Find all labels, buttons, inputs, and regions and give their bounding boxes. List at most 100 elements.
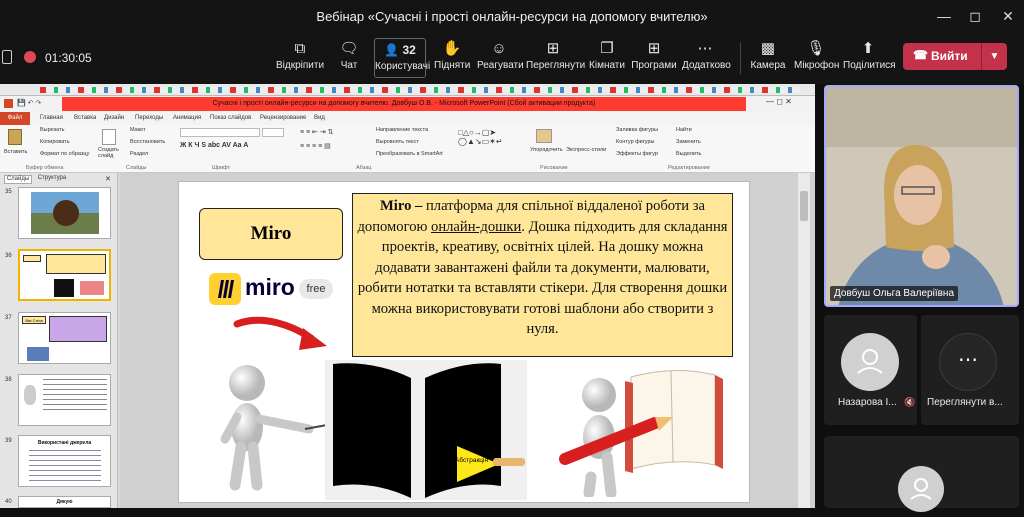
mic-button[interactable]: 🎙 Мікрофон	[794, 38, 839, 80]
tab-outline[interactable]: Структура	[34, 175, 70, 184]
tab-view[interactable]: Вид	[314, 115, 325, 121]
tab-animation[interactable]: Анимация	[173, 115, 201, 121]
raise-hand-button[interactable]: ✋ Підняти	[434, 38, 470, 80]
thumb-title: Дякую	[56, 499, 73, 505]
new-slide-button[interactable]: Создать слайд	[98, 147, 122, 159]
slide-text-box: Miro – платформа для спільної віддаленої…	[352, 193, 733, 357]
miro-logo: miro free	[209, 273, 333, 305]
find-button[interactable]: Найти	[676, 127, 692, 133]
font-format-buttons[interactable]: Ж К Ч S abc AV Aa A	[180, 142, 300, 150]
select-button[interactable]: Выделить	[676, 151, 701, 157]
list-buttons[interactable]: ≡ ≡ ⇤ ⇥ ⇅	[300, 128, 360, 136]
tab-transitions[interactable]: Переходы	[135, 115, 163, 121]
mic-off-icon: 🔇	[904, 397, 916, 407]
chevron-down-icon[interactable]: ▼	[981, 43, 1007, 70]
thumb-image	[27, 347, 49, 361]
thumb-text-lines	[43, 379, 107, 413]
presenter-name: Довбуш Ольга Валеріївна	[830, 286, 959, 301]
slide-thumb-38[interactable]	[18, 374, 111, 426]
ppt-window-controls[interactable]: — ◻ ✕	[766, 97, 792, 106]
chat-button[interactable]: 🗨 Чат	[332, 38, 366, 80]
slide-thumb-37[interactable]: Вікі Стіна	[18, 312, 111, 364]
unpin-button[interactable]: ⧉ Відкріпити	[276, 38, 324, 80]
apps-button[interactable]: ⊞ Програми	[631, 38, 677, 80]
bear-image	[53, 200, 79, 226]
avatar	[841, 333, 899, 391]
quick-styles-button[interactable]: Экспресс-стили	[566, 147, 606, 153]
apps-icon: ⊞	[647, 40, 661, 57]
more-button[interactable]: ⋯ Додатково	[682, 38, 731, 80]
replace-button[interactable]: Заменить	[676, 139, 701, 145]
tab-slideshow[interactable]: Показ слайдов	[210, 115, 251, 121]
ribbon-tabs: Файл Главная Вставка Дизайн Переходы Ани…	[0, 112, 815, 125]
tab-favicons	[40, 87, 800, 93]
camera-button[interactable]: ▩ Камера	[750, 38, 786, 80]
layout-button[interactable]: Макет	[130, 127, 146, 133]
align-text-button[interactable]: Выровнять текст	[376, 139, 419, 145]
leave-button[interactable]: ☎ Вийти ▼	[903, 43, 1007, 70]
presenter-video-tile[interactable]	[824, 85, 1019, 307]
slide-thumb-40[interactable]: Дякую	[18, 496, 111, 508]
format-painter-button[interactable]: Формат по образцу	[40, 151, 89, 157]
rooms-button[interactable]: ❐ Кімнати	[588, 38, 626, 80]
reset-button[interactable]: Восстановить	[130, 139, 165, 145]
react-button[interactable]: ☺ Реагувати	[477, 38, 524, 80]
font-size-field[interactable]	[262, 128, 284, 137]
meeting-toolbar: 01:30:05 ⧉ Відкріпити 🗨 Чат 👤 32 Користу…	[0, 34, 1024, 84]
minimize-button[interactable]: —	[932, 6, 956, 26]
leave-label: Вийти	[931, 49, 968, 63]
scrollbar-thumb[interactable]	[800, 191, 808, 221]
shape-fill-button[interactable]: Заливка фигуры	[616, 127, 658, 133]
view-all-label: Переглянути в...	[927, 397, 1003, 408]
paste-button[interactable]: Вставить	[4, 149, 27, 155]
view-all-tile[interactable]: ⋯ Переглянути в...	[921, 315, 1019, 425]
miro-logo-mark	[209, 273, 241, 305]
torch-handle	[493, 458, 525, 466]
participant-tile[interactable]: Назарова І... 🔇	[824, 315, 917, 425]
toolbar-divider	[740, 42, 741, 74]
figure-book-pencil-image	[559, 370, 723, 497]
tab-slides[interactable]: Слайды	[4, 175, 32, 184]
new-slide-icon[interactable]	[102, 129, 116, 145]
smartart-button[interactable]: Преобразовать в SmartArt	[376, 151, 443, 157]
slide-scrollbar[interactable]	[798, 173, 810, 508]
paste-icon[interactable]	[8, 129, 22, 145]
shapes-gallery[interactable]: □△○→▢➤ ◯▲↘▭✶↵	[458, 128, 518, 154]
thumb-book-image	[54, 279, 74, 297]
slide-thumb-36[interactable]	[18, 249, 111, 301]
font-name-field[interactable]	[180, 128, 260, 137]
close-button[interactable]: ✕	[996, 6, 1020, 26]
react-icon: ☺	[491, 40, 507, 57]
tab-file[interactable]: Файл	[0, 112, 30, 125]
arrange-button[interactable]: Упорядочить	[530, 147, 563, 153]
thumb-figure-image	[80, 281, 104, 295]
quick-access-icons[interactable]: 💾 ↶ ↷	[17, 99, 47, 108]
cut-button[interactable]: Вырезать	[40, 127, 64, 133]
copy-button[interactable]: Копировать	[40, 139, 70, 145]
person-icon	[857, 349, 883, 374]
arrange-icon[interactable]	[536, 129, 552, 143]
thumb-text-lines	[29, 450, 101, 482]
thumb-number: 37	[5, 315, 12, 321]
align-buttons[interactable]: ≡ ≡ ≡ ≡ ▤	[300, 142, 360, 150]
share-button[interactable]: ⬆ Поділитися	[843, 38, 896, 80]
thumb-title-box: Вікі Стіна	[22, 316, 46, 324]
browser-tabs-strip	[0, 84, 815, 96]
people-button[interactable]: 👤 32 Користувачі	[374, 38, 430, 78]
panel-close-icon[interactable]: ✕	[105, 175, 111, 183]
tab-review[interactable]: Рецензирование	[260, 115, 306, 121]
avatar	[898, 466, 944, 512]
view-button[interactable]: ⊞ Переглянути	[526, 38, 585, 80]
tab-design[interactable]: Дизайн	[104, 115, 124, 121]
section-button[interactable]: Раздел	[130, 151, 148, 157]
tab-insert[interactable]: Вставка	[74, 115, 96, 121]
slide-thumb-35[interactable]	[18, 187, 111, 239]
participant-tile[interactable]	[824, 436, 1019, 512]
text-direction-button[interactable]: Направление текста	[376, 127, 428, 133]
tab-home[interactable]: Главная	[40, 115, 63, 121]
shape-effects-button[interactable]: Эффекты фигур	[616, 151, 658, 157]
maximize-button[interactable]: ◻	[963, 6, 987, 26]
shape-outline-button[interactable]: Контур фигуры	[616, 139, 654, 145]
share-icon: ⬆	[861, 40, 875, 57]
slide-thumb-39[interactable]: Використані джерела	[18, 435, 111, 487]
